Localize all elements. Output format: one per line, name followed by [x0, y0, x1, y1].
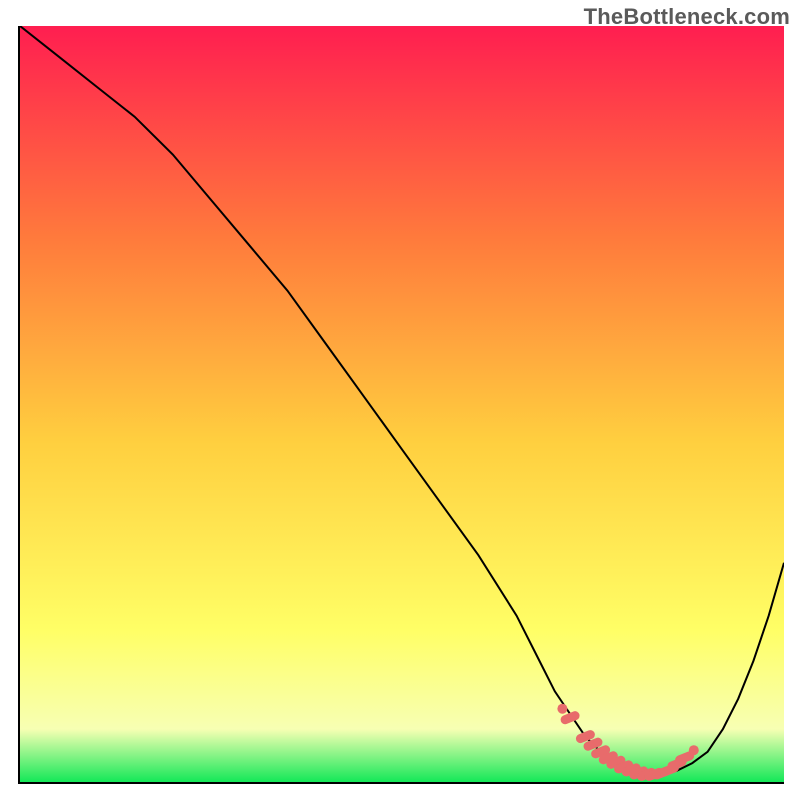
optimal-marker-dot [689, 745, 699, 755]
watermark-text: TheBottleneck.com [584, 4, 790, 30]
optimal-marker [596, 750, 606, 754]
bottleneck-curve [20, 26, 784, 774]
plot-area [18, 26, 784, 784]
optimal-marker [588, 742, 598, 746]
optimal-marker [611, 760, 621, 764]
optimal-range-markers [557, 704, 698, 777]
optimal-marker-dot [557, 704, 567, 714]
optimal-marker [680, 756, 690, 760]
curve-layer [20, 26, 784, 782]
chart-container: TheBottleneck.com [0, 0, 800, 800]
optimal-marker [580, 735, 590, 739]
optimal-marker [565, 716, 575, 720]
